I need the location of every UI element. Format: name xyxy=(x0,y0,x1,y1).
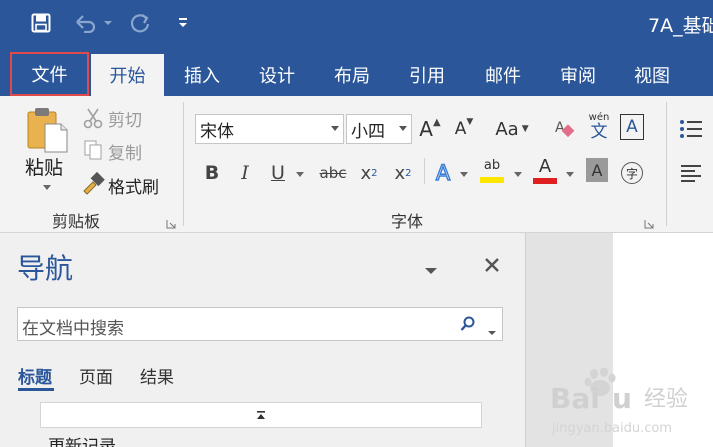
customize-qat-icon[interactable] xyxy=(174,10,192,36)
svg-text:A: A xyxy=(555,120,565,136)
highlight-dropdown-icon[interactable] xyxy=(514,172,522,177)
paste-label[interactable]: 粘贴 xyxy=(25,153,63,180)
group-divider xyxy=(183,102,184,226)
clipboard-group-label: 剪贴板 xyxy=(52,212,101,231)
tab-mailings[interactable]: 邮件 xyxy=(466,54,540,96)
svg-text:经验: 经验 xyxy=(644,387,688,412)
font-color-swatch xyxy=(533,178,557,184)
divider xyxy=(424,158,425,184)
heading-item[interactable]: 更新记录 xyxy=(48,432,116,447)
tab-results[interactable]: 结果 xyxy=(140,363,174,388)
svg-text:jingyan.baidu.com: jingyan.baidu.com xyxy=(551,421,672,436)
tab-design[interactable]: 设计 xyxy=(240,54,314,96)
grow-font-icon[interactable]: A ▲ xyxy=(418,114,442,144)
scissors-icon xyxy=(82,106,104,130)
close-icon[interactable] xyxy=(484,257,500,277)
enclose-characters-button[interactable]: 字 xyxy=(620,158,644,188)
phonetic-guide-icon[interactable]: wén 文 xyxy=(586,110,612,144)
word-window: 7A_基础 文件 开始 插入 设计 布局 引用 邮件 审阅 视图 粘贴 剪切 复… xyxy=(0,0,713,447)
active-tab-indicator xyxy=(18,388,54,391)
tab-file[interactable]: 文件 xyxy=(10,52,89,96)
tab-home[interactable]: 开始 xyxy=(91,54,164,96)
search-box[interactable]: 在文档中搜索 xyxy=(17,307,503,341)
scroll-up-button[interactable] xyxy=(40,402,482,428)
font-name-combo[interactable]: 宋体 xyxy=(195,114,344,144)
tab-pages[interactable]: 页面 xyxy=(79,363,113,388)
font-size-value: 小四 xyxy=(351,121,385,142)
navigation-pane: 导航 在文档中搜索 标题 页面 结果 更新记录 xyxy=(0,233,525,447)
tab-layout[interactable]: 布局 xyxy=(316,54,388,96)
chevron-down-icon[interactable] xyxy=(331,126,339,131)
document-title: 7A_基础 xyxy=(648,15,713,37)
font-size-combo[interactable]: 小四 xyxy=(346,114,412,144)
cut-button[interactable]: 剪切 xyxy=(108,106,142,131)
superscript-button[interactable]: x2 xyxy=(390,158,416,188)
title-bar: 7A_基础 xyxy=(0,0,713,48)
bold-button[interactable]: B xyxy=(200,158,224,188)
search-input[interactable]: 在文档中搜索 xyxy=(22,314,124,339)
ribbon: 粘贴 剪切 复制 格式刷 剪贴板 宋体 小四 A ▲ A ▼ Aa ▼ A wé… xyxy=(0,96,713,233)
underline-dropdown-icon[interactable] xyxy=(296,172,304,177)
chevron-down-icon[interactable] xyxy=(399,126,407,131)
scroll-up-arrow-icon xyxy=(257,411,265,419)
save-icon[interactable] xyxy=(26,10,56,36)
copy-button[interactable]: 复制 xyxy=(108,139,142,164)
chevron-down-icon[interactable] xyxy=(424,261,438,280)
tab-review[interactable]: 审阅 xyxy=(542,54,614,96)
text-effects-button[interactable]: A xyxy=(430,158,456,188)
font-color-dropdown-icon[interactable] xyxy=(566,172,574,177)
bullets-icon[interactable] xyxy=(678,114,704,144)
highlight-color-swatch xyxy=(480,177,504,183)
text-effects-dropdown-icon[interactable] xyxy=(460,172,468,177)
undo-icon[interactable] xyxy=(72,10,100,36)
baidu-watermark-logo: Bai u 经验 jingyan.baidu.com xyxy=(548,367,708,438)
tab-headings[interactable]: 标题 xyxy=(18,363,52,388)
font-name-value: 宋体 xyxy=(200,121,234,142)
font-group-label: 字体 xyxy=(391,212,424,231)
shrink-font-icon[interactable]: A ▼ xyxy=(452,114,476,144)
tab-references[interactable]: 引用 xyxy=(390,54,464,96)
italic-button[interactable]: I xyxy=(234,158,256,188)
clear-formatting-icon[interactable]: A xyxy=(552,114,578,144)
clipboard-launcher-icon[interactable] xyxy=(166,214,176,229)
paste-dropdown-icon[interactable] xyxy=(43,185,51,190)
character-border-icon[interactable]: A xyxy=(620,114,644,140)
format-painter-button[interactable]: 格式刷 xyxy=(108,173,159,198)
svg-text:u: u xyxy=(612,382,632,415)
highlight-button[interactable]: ab xyxy=(478,154,506,188)
search-icon[interactable] xyxy=(460,316,476,336)
format-painter-icon xyxy=(80,170,106,196)
underline-button[interactable]: U xyxy=(266,158,290,188)
tab-insert[interactable]: 插入 xyxy=(166,54,238,96)
svg-text:Bai: Bai xyxy=(550,382,600,415)
undo-dropdown-icon[interactable] xyxy=(100,10,116,36)
change-case-button[interactable]: Aa ▼ xyxy=(492,114,532,144)
search-options-chevron-icon[interactable] xyxy=(487,322,497,341)
redo-icon[interactable] xyxy=(126,10,154,36)
copy-icon xyxy=(82,138,104,162)
font-color-button[interactable]: A xyxy=(532,154,558,188)
font-launcher-icon[interactable] xyxy=(644,214,654,229)
group-divider xyxy=(666,102,667,226)
paste-icon[interactable] xyxy=(24,106,70,154)
strikethrough-button[interactable]: abc xyxy=(318,158,348,188)
tab-view[interactable]: 视图 xyxy=(616,54,688,96)
navigation-title: 导航 xyxy=(17,252,74,285)
ribbon-tabs: 文件 开始 插入 设计 布局 引用 邮件 审阅 视图 xyxy=(0,48,713,96)
character-shading-button[interactable]: A xyxy=(586,158,608,182)
align-left-icon[interactable] xyxy=(678,158,704,188)
subscript-button[interactable]: x2 xyxy=(356,158,382,188)
